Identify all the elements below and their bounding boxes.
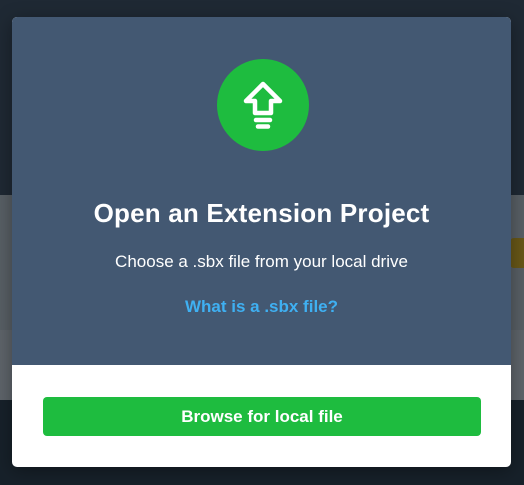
upload-arrow-icon <box>217 59 309 151</box>
browse-local-file-button[interactable]: Browse for local file <box>43 397 481 436</box>
open-project-dialog: Open an Extension Project Choose a .sbx … <box>12 17 511 467</box>
dialog-subtitle: Choose a .sbx file from your local drive <box>115 252 408 271</box>
sbx-help-link[interactable]: What is a .sbx file? <box>12 297 511 317</box>
dialog-header: Open an Extension Project Choose a .sbx … <box>12 17 511 365</box>
dialog-title: Open an Extension Project <box>93 198 430 228</box>
